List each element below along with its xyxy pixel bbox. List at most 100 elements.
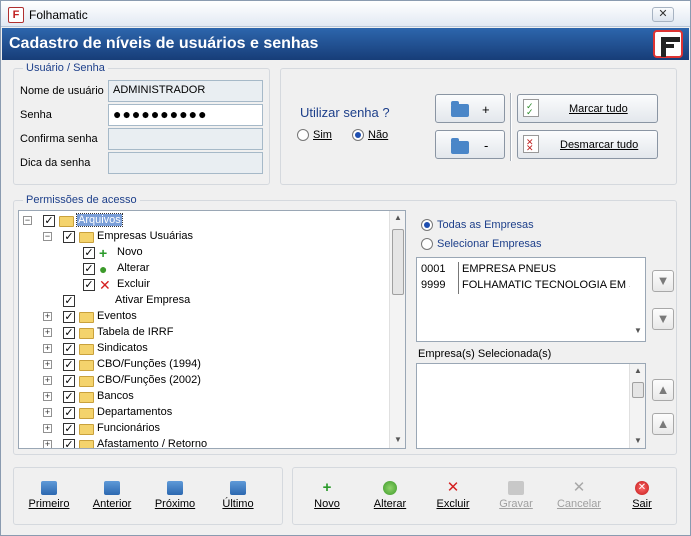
- tree-item-label[interactable]: Empresas Usuárias: [97, 230, 193, 242]
- tree-item-checkbox[interactable]: ✓: [63, 231, 75, 243]
- scroll-up-icon[interactable]: ▲: [390, 211, 405, 225]
- previous-record-button[interactable]: Anterior: [81, 473, 143, 519]
- tree-item-checkbox[interactable]: ✓: [63, 327, 75, 339]
- delete-button[interactable]: ✕ Excluir: [422, 473, 484, 519]
- tree-item-checkbox[interactable]: ✓: [83, 279, 95, 291]
- tree-item-label[interactable]: Sindicatos: [97, 342, 148, 354]
- selected-scroll-up-icon[interactable]: ▲: [630, 364, 645, 378]
- tree-item-checkbox[interactable]: ✓: [43, 215, 55, 227]
- tree-item-checkbox[interactable]: ✓: [83, 247, 95, 259]
- save-button[interactable]: Gravar: [485, 473, 547, 519]
- tree-item-checkbox[interactable]: ✓: [63, 407, 75, 419]
- tree-item-checkbox[interactable]: ✓: [63, 423, 75, 435]
- collapse-icon[interactable]: −: [43, 232, 52, 241]
- select-companies-label[interactable]: Selecionar Empresas: [437, 238, 542, 250]
- tree-item[interactable]: + ✓ Funcionários: [19, 421, 387, 437]
- tree-item[interactable]: − ✓ Empresas Usuárias: [19, 229, 387, 245]
- tree-item[interactable]: + ✓ CBO/Funções (2002): [19, 373, 387, 389]
- tree-item-checkbox[interactable]: ✓: [63, 311, 75, 323]
- tree-item-label[interactable]: Funcionários: [97, 422, 160, 434]
- tree-scrollbar[interactable]: ▲ ▼: [389, 211, 405, 448]
- company-row[interactable]: 0001 EMPRESA PNEUS: [421, 262, 626, 278]
- tree-item[interactable]: + ✓ Afastamento / Retorno: [19, 437, 387, 448]
- tree-item[interactable]: ✓ + Novo: [19, 245, 387, 261]
- all-companies-label[interactable]: Todas as Empresas: [437, 219, 534, 231]
- tree-item[interactable]: + ✓ CBO/Funções (1994): [19, 357, 387, 373]
- username-field[interactable]: ADMINISTRADOR: [108, 80, 263, 102]
- use-password-yes-radio[interactable]: [297, 129, 309, 141]
- expand-icon[interactable]: +: [43, 376, 52, 385]
- use-password-no-label[interactable]: Não: [368, 129, 388, 141]
- tree-scroll-thumb[interactable]: [392, 229, 404, 295]
- companies-list[interactable]: 0001 EMPRESA PNEUS 9999 FOLHAMATIC TECNOLOG…: [416, 257, 646, 342]
- mark-all-button[interactable]: ✓ ✓ Marcar tudo: [517, 94, 658, 123]
- tree-item-checkbox[interactable]: ✓: [63, 343, 75, 355]
- add-folder-button[interactable]: +: [435, 94, 505, 123]
- move-top-button[interactable]: ▲: [652, 379, 674, 401]
- edit-button[interactable]: Alterar: [359, 473, 421, 519]
- tree-item-label[interactable]: Alterar: [117, 262, 149, 274]
- tree-item-checkbox[interactable]: ✓: [63, 295, 75, 307]
- expand-icon[interactable]: +: [43, 312, 52, 321]
- tree-item[interactable]: + ✓ Sindicatos: [19, 341, 387, 357]
- move-up-button[interactable]: ▲: [652, 413, 674, 435]
- expand-icon[interactable]: +: [43, 360, 52, 369]
- selected-companies-list[interactable]: ▲ ▼: [416, 363, 646, 449]
- password-field[interactable]: ●●●●●●●●●●: [108, 104, 263, 126]
- tree-item-checkbox[interactable]: ✓: [63, 359, 75, 371]
- tree-item[interactable]: + ✓ Bancos: [19, 389, 387, 405]
- tree-item-label[interactable]: CBO/Funções (1994): [97, 358, 201, 370]
- cancel-button[interactable]: ✕ Cancelar: [548, 473, 610, 519]
- move-bottom-button[interactable]: ▼: [652, 308, 674, 330]
- first-record-button[interactable]: Primeiro: [18, 473, 80, 519]
- tree-item[interactable]: + ✓ Departamentos: [19, 405, 387, 421]
- tree-item[interactable]: ✓ Ativar Empresa: [19, 293, 387, 309]
- tree-item-checkbox[interactable]: ✓: [83, 263, 95, 275]
- password-hint-field[interactable]: [108, 152, 263, 174]
- next-record-button[interactable]: Próximo: [144, 473, 206, 519]
- collapse-icon[interactable]: −: [23, 216, 32, 225]
- tree-item[interactable]: ✓ ● Alterar: [19, 261, 387, 277]
- exit-button[interactable]: ✕ Sair: [611, 473, 673, 519]
- tree-item[interactable]: + ✓ Tabela de IRRF: [19, 325, 387, 341]
- tree-item[interactable]: ✓ ✕ Excluir: [19, 277, 387, 293]
- remove-folder-button[interactable]: -: [435, 130, 505, 159]
- selected-scroll-down-icon[interactable]: ▼: [630, 434, 645, 448]
- permissions-tree[interactable]: − ✓ Arquivos − ✓ Empresas Usuárias ✓ + Novo ✓ ● Alt…: [18, 210, 406, 449]
- tree-item-label[interactable]: CBO/Funções (2002): [97, 374, 201, 386]
- tree-item-label[interactable]: Ativar Empresa: [115, 294, 190, 306]
- select-companies-radio[interactable]: [421, 238, 433, 250]
- move-down-button[interactable]: ▼: [652, 270, 674, 292]
- expand-icon[interactable]: +: [43, 440, 52, 448]
- expand-icon[interactable]: +: [43, 424, 52, 433]
- tree-item-checkbox[interactable]: ✓: [63, 391, 75, 403]
- selected-scroll-thumb[interactable]: [632, 382, 644, 398]
- tree-item-label[interactable]: Excluir: [117, 278, 150, 290]
- company-row[interactable]: 9999 FOLHAMATIC TECNOLOGIA EM SI:: [421, 278, 630, 294]
- tree-item-label[interactable]: Eventos: [97, 310, 137, 322]
- tree-item-label[interactable]: Arquivos: [76, 213, 123, 227]
- tree-item-label[interactable]: Afastamento / Retorno: [97, 438, 207, 448]
- tree-item-checkbox[interactable]: ✓: [63, 375, 75, 387]
- tree-item[interactable]: + ✓ Eventos: [19, 309, 387, 325]
- last-record-button[interactable]: Último: [207, 473, 269, 519]
- selected-list-scrollbar[interactable]: ▲ ▼: [629, 364, 645, 448]
- expand-icon[interactable]: +: [43, 344, 52, 353]
- use-password-no-radio[interactable]: [352, 129, 364, 141]
- all-companies-radio[interactable]: [421, 219, 433, 231]
- tree-item-label[interactable]: Departamentos: [97, 406, 172, 418]
- unmark-all-button[interactable]: ✕ ✕ Desmarcar tudo: [517, 130, 658, 159]
- tree-item-label[interactable]: Bancos: [97, 390, 134, 402]
- tree-item-label[interactable]: Tabela de IRRF: [97, 326, 173, 338]
- new-button[interactable]: + Novo: [296, 473, 358, 519]
- close-button[interactable]: ✕: [652, 7, 674, 22]
- scroll-down-icon[interactable]: ▼: [390, 433, 405, 447]
- confirm-password-field[interactable]: [108, 128, 263, 150]
- use-password-yes-label[interactable]: Sim: [313, 129, 332, 141]
- tree-item[interactable]: − ✓ Arquivos: [19, 213, 387, 229]
- expand-icon[interactable]: +: [43, 392, 52, 401]
- list-scroll-down-icon[interactable]: ▼: [630, 326, 645, 340]
- expand-icon[interactable]: +: [43, 408, 52, 417]
- expand-icon[interactable]: +: [43, 328, 52, 337]
- tree-item-checkbox[interactable]: ✓: [63, 439, 75, 448]
